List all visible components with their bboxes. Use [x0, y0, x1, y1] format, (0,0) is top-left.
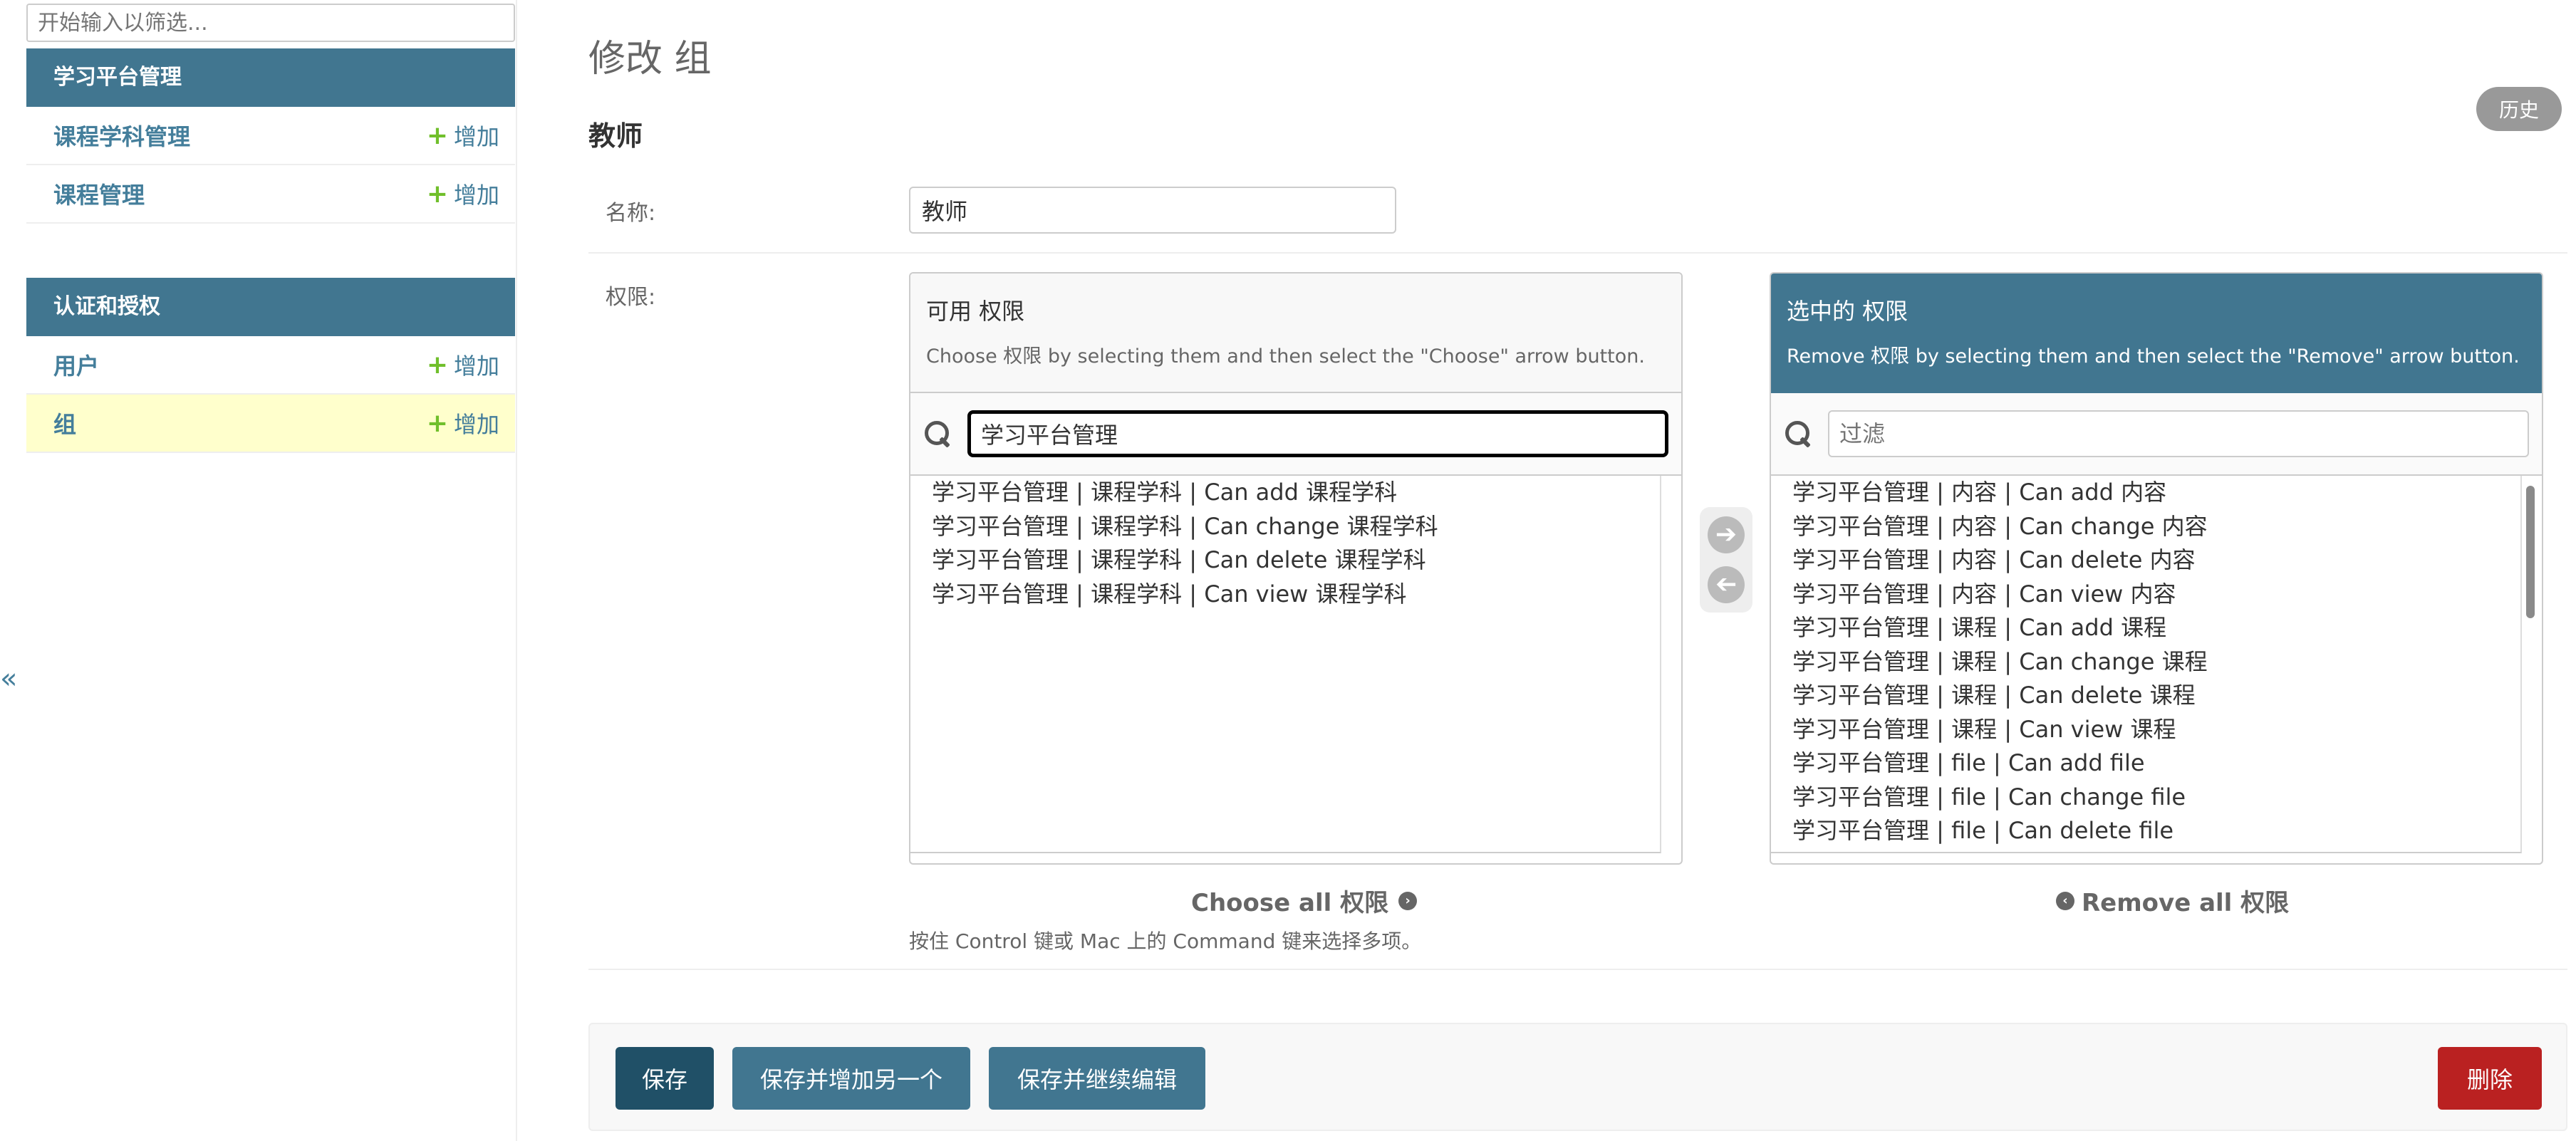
sidebar-item-course-subject: 课程学科管理 + 增加: [26, 107, 515, 165]
available-filter-input[interactable]: [967, 410, 1668, 457]
choose-all-link[interactable]: Choose all 权限 ›: [1191, 883, 1418, 918]
circle-arrow-left-icon: ‹: [2056, 891, 2074, 910]
plus-icon: +: [426, 179, 448, 209]
permissions-label: 权限:: [606, 285, 656, 310]
sidebar-filter-input[interactable]: [26, 4, 515, 42]
chosen-help: Remove 权限 by selecting them and then sel…: [1787, 345, 2520, 368]
history-button[interactable]: 历史: [2476, 87, 2562, 131]
list-item[interactable]: 学习平台管理 | 课程学科 | Can add 课程学科: [932, 476, 1660, 510]
available-list[interactable]: 学习平台管理 | 课程学科 | Can add 课程学科 学习平台管理 | 课程…: [910, 476, 1661, 853]
list-item[interactable]: 学习平台管理 | 内容 | Can delete 内容: [1792, 543, 2520, 578]
remove-all-link[interactable]: ‹ Remove all 权限: [2056, 883, 2289, 918]
available-help: Choose 权限 by selecting them and then sel…: [926, 345, 1645, 368]
save-and-continue-button[interactable]: 保存并继续编辑: [989, 1047, 1205, 1110]
sidebar-link-course-subject[interactable]: 课程学科管理: [53, 119, 190, 152]
list-item[interactable]: 学习平台管理 | 课程 | Can delete 课程: [1792, 679, 2520, 713]
available-header: 可用 权限 Choose 权限 by selecting them and th…: [910, 273, 1681, 393]
sidebar: 学习平台管理 课程学科管理 +增加 课程管理 +增加 认证和授权 用户 +增加 …: [0, 0, 517, 1141]
list-item[interactable]: 学习平台管理 | file | Can add file: [1792, 746, 2520, 781]
delete-button[interactable]: 删除: [2438, 1047, 2542, 1110]
add-link-label: 增加: [453, 353, 499, 380]
chosen-filter-row: [1771, 393, 2542, 476]
module-auth: 认证和授权 用户 + 增加 组 + 增加: [26, 278, 515, 453]
chosen-filter-input[interactable]: [1828, 410, 2529, 457]
sidebar-item-users: 用户 + 增加: [26, 336, 515, 395]
sidebar-link-course[interactable]: 课程管理: [53, 177, 145, 210]
chosen-header: 选中的 权限 Remove 权限 by selecting them and t…: [1771, 273, 2542, 393]
search-icon: [1784, 420, 1812, 448]
selector-arrows: ➔ ➔: [1700, 507, 1752, 613]
object-name: 教师: [588, 120, 643, 152]
divider: [588, 969, 2567, 970]
module-caption[interactable]: 认证和授权: [26, 278, 515, 336]
available-permissions-selector: 可用 权限 Choose 权限 by selecting them and th…: [909, 272, 1683, 865]
save-and-add-another-button[interactable]: 保存并增加另一个: [732, 1047, 970, 1110]
list-scrollbar[interactable]: [2526, 486, 2535, 618]
list-item[interactable]: 学习平台管理 | 课程 | Can add 课程: [1792, 611, 2520, 645]
module-caption[interactable]: 学习平台管理: [26, 48, 515, 107]
page-title: 修改 组: [588, 38, 712, 80]
list-item[interactable]: 学习平台管理 | 课程 | Can view 课程: [1792, 713, 2520, 747]
add-user-link[interactable]: + 增加: [427, 348, 499, 381]
sidebar-collapse-toggle[interactable]: «: [0, 662, 17, 695]
add-course-link[interactable]: + 增加: [427, 177, 499, 210]
sidebar-link-users[interactable]: 用户: [53, 348, 99, 381]
sidebar-item-course: 课程管理 + 增加: [26, 165, 515, 224]
circle-arrow-right-icon: ›: [1398, 891, 1418, 910]
plus-icon: +: [426, 120, 448, 150]
remove-arrow-icon[interactable]: ➔: [1708, 566, 1745, 603]
plus-icon: +: [426, 408, 448, 438]
list-item[interactable]: 学习平台管理 | 内容 | Can view 内容: [1792, 578, 2520, 612]
chosen-permissions-selector: 选中的 权限 Remove 权限 by selecting them and t…: [1770, 272, 2543, 865]
help-text: 按住 Control 键或 Mac 上的 Command 键来选择多项。: [909, 929, 1422, 953]
chosen-list[interactable]: 学习平台管理 | 内容 | Can add 内容 学习平台管理 | 内容 | C…: [1771, 476, 2535, 853]
choose-arrow-icon[interactable]: ➔: [1708, 516, 1745, 553]
add-course-subject-link[interactable]: + 增加: [427, 119, 499, 152]
list-item[interactable]: 学习平台管理 | 课程学科 | Can change 课程学科: [932, 510, 1660, 544]
save-button[interactable]: 保存: [616, 1047, 714, 1110]
name-label: 名称:: [606, 201, 656, 226]
name-input[interactable]: [909, 187, 1396, 234]
list-item[interactable]: 学习平台管理 | 课程 | Can change 课程: [1792, 645, 2520, 679]
add-link-label: 增加: [453, 123, 499, 150]
remove-all-label: Remove all 权限: [2082, 889, 2290, 917]
chosen-title: 选中的 权限: [1787, 298, 1908, 325]
list-item[interactable]: 学习平台管理 | 内容 | Can add 内容: [1792, 476, 2520, 510]
available-title: 可用 权限: [926, 298, 1025, 325]
submit-row: 保存 保存并增加另一个 保存并继续编辑 删除: [588, 1023, 2567, 1131]
list-item[interactable]: 学习平台管理 | file | Can change file: [1792, 781, 2520, 815]
choose-all-label: Choose all 权限: [1191, 889, 1389, 917]
available-filter-row: [910, 393, 1681, 476]
list-item[interactable]: 学习平台管理 | file | Can delete file: [1792, 814, 2520, 848]
plus-icon: +: [426, 350, 448, 380]
search-icon: [923, 420, 952, 448]
list-item[interactable]: 学习平台管理 | 课程学科 | Can view 课程学科: [932, 578, 1660, 612]
add-link-label: 增加: [453, 182, 499, 209]
sidebar-item-groups: 组 + 增加: [26, 395, 515, 453]
add-group-link[interactable]: + 增加: [427, 407, 499, 439]
module-learning-platform: 学习平台管理 课程学科管理 + 增加 课程管理 + 增加: [26, 48, 515, 224]
add-link-label: 增加: [453, 411, 499, 438]
list-item[interactable]: 学习平台管理 | 课程学科 | Can delete 课程学科: [932, 543, 1660, 578]
list-item[interactable]: 学习平台管理 | 内容 | Can change 内容: [1792, 510, 2520, 544]
divider: [588, 252, 2567, 254]
sidebar-link-groups[interactable]: 组: [53, 407, 76, 439]
